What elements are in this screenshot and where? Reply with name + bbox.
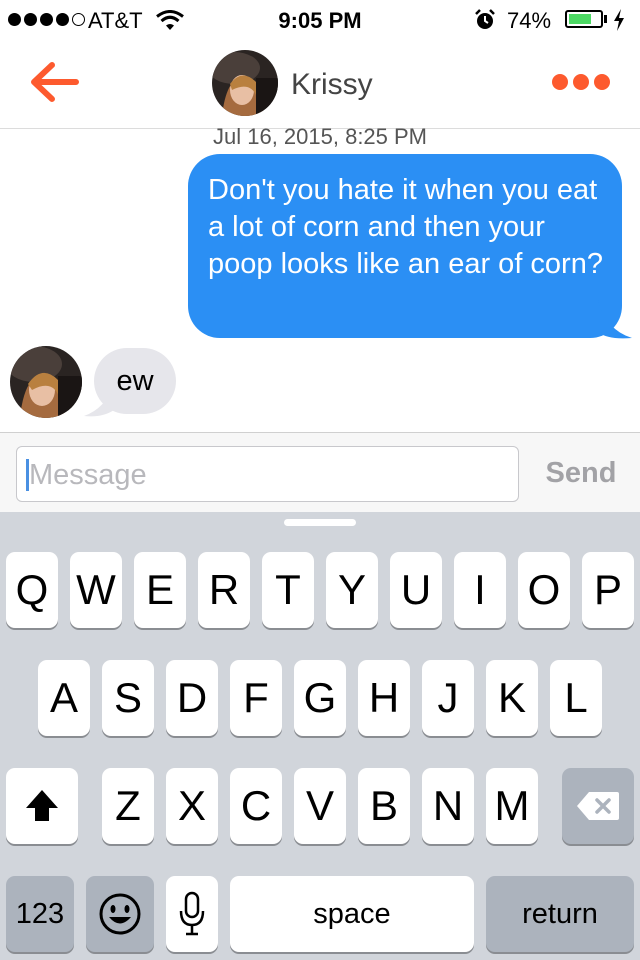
- microphone-icon: [179, 891, 205, 936]
- key-l[interactable]: L: [550, 660, 602, 736]
- key-label: U: [400, 566, 432, 613]
- contact-avatar[interactable]: [212, 50, 278, 116]
- battery-level-fill: [569, 14, 591, 24]
- key-label: S: [113, 674, 142, 721]
- battery-percentage: 74%: [507, 8, 552, 33]
- key-y[interactable]: Y: [326, 552, 378, 628]
- key-label: W: [76, 566, 116, 613]
- key-label: Y: [337, 566, 366, 613]
- outgoing-message[interactable]: Don't you hate it when you eat a lot of …: [188, 154, 622, 338]
- space-key[interactable]: space: [230, 876, 474, 952]
- key-label: P: [593, 566, 622, 613]
- shift-icon: [26, 790, 58, 821]
- key-k[interactable]: K: [486, 660, 538, 736]
- key-o[interactable]: O: [518, 552, 570, 628]
- emoji-icon: [99, 893, 141, 935]
- keyboard-handle[interactable]: [284, 519, 356, 526]
- outgoing-bubble-tail: [598, 300, 632, 339]
- key-label: X: [177, 782, 206, 829]
- key-label: T: [275, 566, 301, 613]
- key-label: L: [564, 674, 588, 721]
- key-label: B: [369, 782, 398, 829]
- key-x[interactable]: X: [166, 768, 218, 844]
- battery-icon: [565, 10, 603, 28]
- key-label: D: [176, 674, 208, 721]
- key-p[interactable]: P: [582, 552, 634, 628]
- key-r[interactable]: R: [198, 552, 250, 628]
- delete-key[interactable]: [562, 768, 634, 844]
- key-label: C: [240, 782, 272, 829]
- message-timestamp: Jul 16, 2015, 8:25 PM: [212, 124, 428, 149]
- delete-icon: [577, 792, 619, 820]
- status-bar: AT&T 9:05 PM 74%: [0, 0, 640, 40]
- key-label: V: [305, 782, 334, 829]
- key-label: Z: [115, 782, 141, 829]
- return-key[interactable]: return: [486, 876, 634, 952]
- key-b[interactable]: B: [358, 768, 410, 844]
- key-label: G: [303, 674, 337, 721]
- contact-avatar[interactable]: [10, 346, 82, 418]
- key-g[interactable]: G: [294, 660, 346, 736]
- dictation-key[interactable]: [166, 876, 218, 952]
- back-arrow-icon[interactable]: [28, 60, 80, 104]
- key-d[interactable]: D: [166, 660, 218, 736]
- alarm-icon: [475, 9, 495, 29]
- key-label: A: [49, 674, 78, 721]
- key-label: I: [474, 566, 486, 613]
- key-j[interactable]: J: [422, 660, 474, 736]
- key-s[interactable]: S: [102, 660, 154, 736]
- key-w[interactable]: W: [70, 552, 122, 628]
- contact-name[interactable]: Krissy: [291, 68, 373, 102]
- key-c[interactable]: C: [230, 768, 282, 844]
- more-options-icon[interactable]: [552, 74, 610, 90]
- key-z[interactable]: Z: [102, 768, 154, 844]
- key-h[interactable]: H: [358, 660, 410, 736]
- key-f[interactable]: F: [230, 660, 282, 736]
- incoming-message[interactable]: ew: [94, 348, 176, 414]
- key-n[interactable]: N: [422, 768, 474, 844]
- key-a[interactable]: A: [38, 660, 90, 736]
- key-u[interactable]: U: [390, 552, 442, 628]
- battery-tip: [604, 15, 607, 23]
- key-label: return: [522, 898, 598, 930]
- message-field[interactable]: [16, 446, 519, 503]
- charging-bolt-icon: [614, 9, 624, 31]
- key-label: H: [368, 674, 400, 721]
- key-label: O: [527, 566, 561, 613]
- key-t[interactable]: T: [262, 552, 314, 628]
- key-label: K: [497, 674, 526, 721]
- key-e[interactable]: E: [134, 552, 186, 628]
- key-label: Q: [15, 566, 49, 613]
- key-label: J: [437, 674, 459, 721]
- message-input-bar: Send: [0, 432, 640, 513]
- key-label: E: [145, 566, 174, 613]
- numbers-key[interactable]: 123: [6, 876, 74, 952]
- key-label: N: [432, 782, 464, 829]
- send-button[interactable]: Send: [526, 433, 636, 513]
- key-label: 123: [15, 898, 65, 930]
- key-q[interactable]: Q: [6, 552, 58, 628]
- key-label: F: [243, 674, 269, 721]
- key-label: R: [208, 566, 240, 613]
- emoji-key[interactable]: [86, 876, 154, 952]
- key-v[interactable]: V: [294, 768, 346, 844]
- key-label: space: [313, 898, 391, 930]
- message-input[interactable]: [27, 447, 511, 503]
- chat-header: Krissy: [0, 40, 640, 129]
- key-m[interactable]: M: [486, 768, 538, 844]
- shift-key[interactable]: [6, 768, 78, 844]
- key-label: M: [494, 782, 530, 829]
- keyboard: Q W E R T Y U I O P A S D F G H J K L Z …: [0, 512, 640, 960]
- key-i[interactable]: I: [454, 552, 506, 628]
